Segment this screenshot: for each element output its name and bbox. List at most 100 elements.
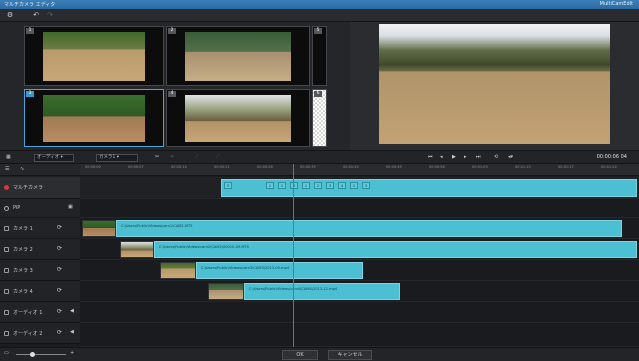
track-header-cam2[interactable]: カメラ 2 ⟳ [0,239,80,260]
cancel-button[interactable]: キャンセル [328,350,372,360]
lock-icon[interactable] [4,226,9,231]
gear-icon[interactable]: ⚙ [4,11,16,20]
title-bar: マルチカメラ エディタ MultiCamEdit [0,0,639,9]
step-back-icon[interactable]: ◂ [440,154,443,160]
camera-view-4[interactable]: 4 [166,89,310,147]
camera-number: 1 [26,28,34,34]
zoom-in-icon[interactable]: + [70,350,74,356]
camera-view-3[interactable]: 3 [24,89,164,147]
clip-cam3[interactable]: C:\Users\Public\Videos\cam3\CAM3\2013-09… [196,262,363,279]
track-header-cam4[interactable]: カメラ 4 ⟳ [0,281,80,302]
speaker-icon[interactable]: ◀ [70,329,74,335]
switch-marker[interactable]: 3 [290,182,298,189]
sync-icon[interactable]: ⟳ [57,245,62,252]
brand-label: MultiCamEdit [599,1,633,7]
track-header-cam1[interactable]: カメラ 1 ⟳ [0,218,80,239]
ruler-tick: 00:01:10 [515,165,531,169]
switch-marker[interactable]: 3 [326,182,334,189]
toolbar: ⚙ ↶ ↷ [0,9,639,22]
lane-pip [80,199,639,218]
lock-icon[interactable] [4,247,9,252]
pip-radio-icon[interactable] [4,206,9,211]
switch-marker[interactable]: 3 [224,182,232,189]
mode-dropdown[interactable]: オーディオ ▾ [34,154,74,162]
undo-icon[interactable]: ↶ [30,11,42,20]
switch-marker[interactable]: 3 [362,182,370,189]
sync-icon[interactable]: ⟳ [57,308,62,315]
switch-marker[interactable]: 2 [350,182,358,189]
speaker-icon[interactable]: ◀ [70,308,74,314]
time-ruler[interactable]: 00:00:00 00:00:07 00:00:14 00:00:21 00:0… [80,164,639,176]
lane-cam1: C:\Users\Public\Videos\cam1\CAM1.MTS [80,218,639,239]
camera-thumbnail [185,32,291,81]
camera-thumbnail [43,32,145,81]
volume-icon[interactable]: ◂▾ [508,154,513,160]
track-label: オーディオ 2 [13,331,43,337]
camera-view-5[interactable]: 5 [312,26,327,86]
ruler-tick: 00:00:49 [386,165,402,169]
track-header-multicam[interactable]: マルチカメラ [0,177,80,199]
camera-thumbnail [43,95,145,142]
track-header-pip[interactable]: PiP ▣ [0,199,80,218]
switch-marker[interactable]: 1 [266,182,274,189]
zoom-out-icon[interactable]: ▭ [4,350,9,356]
zoom-slider[interactable] [16,354,66,355]
lane-cam3: C:\Users\Public\Videos\cam3\CAM3\2013-09… [80,260,639,281]
sync-icon[interactable]: ⟳ [57,329,62,336]
camera-view-1[interactable]: 1 [24,26,164,86]
track-label: カメラ 1 [13,226,33,232]
sync-icon[interactable]: ⟳ [57,224,62,231]
zoom-slider-handle[interactable] [30,352,35,357]
clip-cam1[interactable]: C:\Users\Public\Videos\cam1\CAM1.MTS [116,220,622,237]
redo-icon[interactable]: ↷ [44,11,56,20]
track-header-cam3[interactable]: カメラ 3 ⟳ [0,260,80,281]
disabled-tool-icon: ✦ [170,154,175,160]
step-forward-icon[interactable]: ▸ [464,154,467,160]
audio-wave-icon[interactable]: ∿ [20,166,24,172]
audio-source-dropdown[interactable]: カメラ1 ▾ [96,154,138,162]
track-header-audio1[interactable]: オーディオ 1 ⟳ ◀ [0,302,80,323]
skip-end-icon[interactable]: ⏭ [476,154,481,160]
ruler-tick: 00:00:07 [128,165,144,169]
ruler-tick: 00:00:42 [343,165,359,169]
ruler-tick: 00:00:14 [171,165,187,169]
switch-marker[interactable]: 4 [338,182,346,189]
loop-icon[interactable]: ⟲ [494,154,498,160]
clip-path: C:\Users\Public\Videos\cam2\CAM2\00010-0… [159,245,249,249]
lane-audio1 [80,302,639,323]
track-label: カメラ 3 [13,268,33,274]
clip-cam4[interactable]: C:\Users\Public\Videos\cam4\CAM4\2013-12… [244,283,400,300]
track-label: カメラ 4 [13,289,33,295]
skip-start-icon[interactable]: ⏮ [428,154,433,160]
sync-icon[interactable]: ⟳ [57,287,62,294]
scissors-icon[interactable]: ✂ [155,154,159,160]
camera-view-2[interactable]: 2 [166,26,310,86]
camera-number: 5 [314,28,322,34]
lock-icon[interactable] [4,289,9,294]
camera-view-6[interactable]: 6 [312,89,327,147]
grid-icon[interactable]: ▦ [6,154,11,160]
switch-marker[interactable]: 2 [278,182,286,189]
lock-icon[interactable] [4,331,9,336]
switch-marker[interactable]: 1 [302,182,310,189]
sync-icon[interactable]: ⟳ [57,266,62,273]
play-icon[interactable]: ▶ [452,154,456,160]
track-list-icon[interactable]: ☰ [5,166,9,172]
pip-settings-icon[interactable]: ▣ [68,204,73,210]
ok-button[interactable]: OK [282,350,318,360]
ruler-tick: 00:00:00 [85,165,101,169]
lock-icon[interactable] [4,268,9,273]
track-label: PiP [13,205,21,211]
switch-marker[interactable]: 2 [314,182,322,189]
multicam-clip[interactable]: 3 1 2 3 1 2 3 4 2 3 [221,179,637,197]
lock-icon[interactable] [4,310,9,315]
clip-cam2[interactable]: C:\Users\Public\Videos\cam2\CAM2\00010-0… [154,241,637,258]
playhead[interactable] [293,164,294,347]
mode-dropdown-label: オーディオ [37,155,60,160]
timecode-display: 00:00:06 04 [596,154,627,160]
window-title: マルチカメラ エディタ [4,2,56,8]
clip-thumbnail [208,283,244,300]
track-header-audio2[interactable]: オーディオ 2 ⟳ ◀ [0,323,80,344]
ruler-tick: 00:01:03 [472,165,488,169]
clip-thumbnail [120,241,154,258]
